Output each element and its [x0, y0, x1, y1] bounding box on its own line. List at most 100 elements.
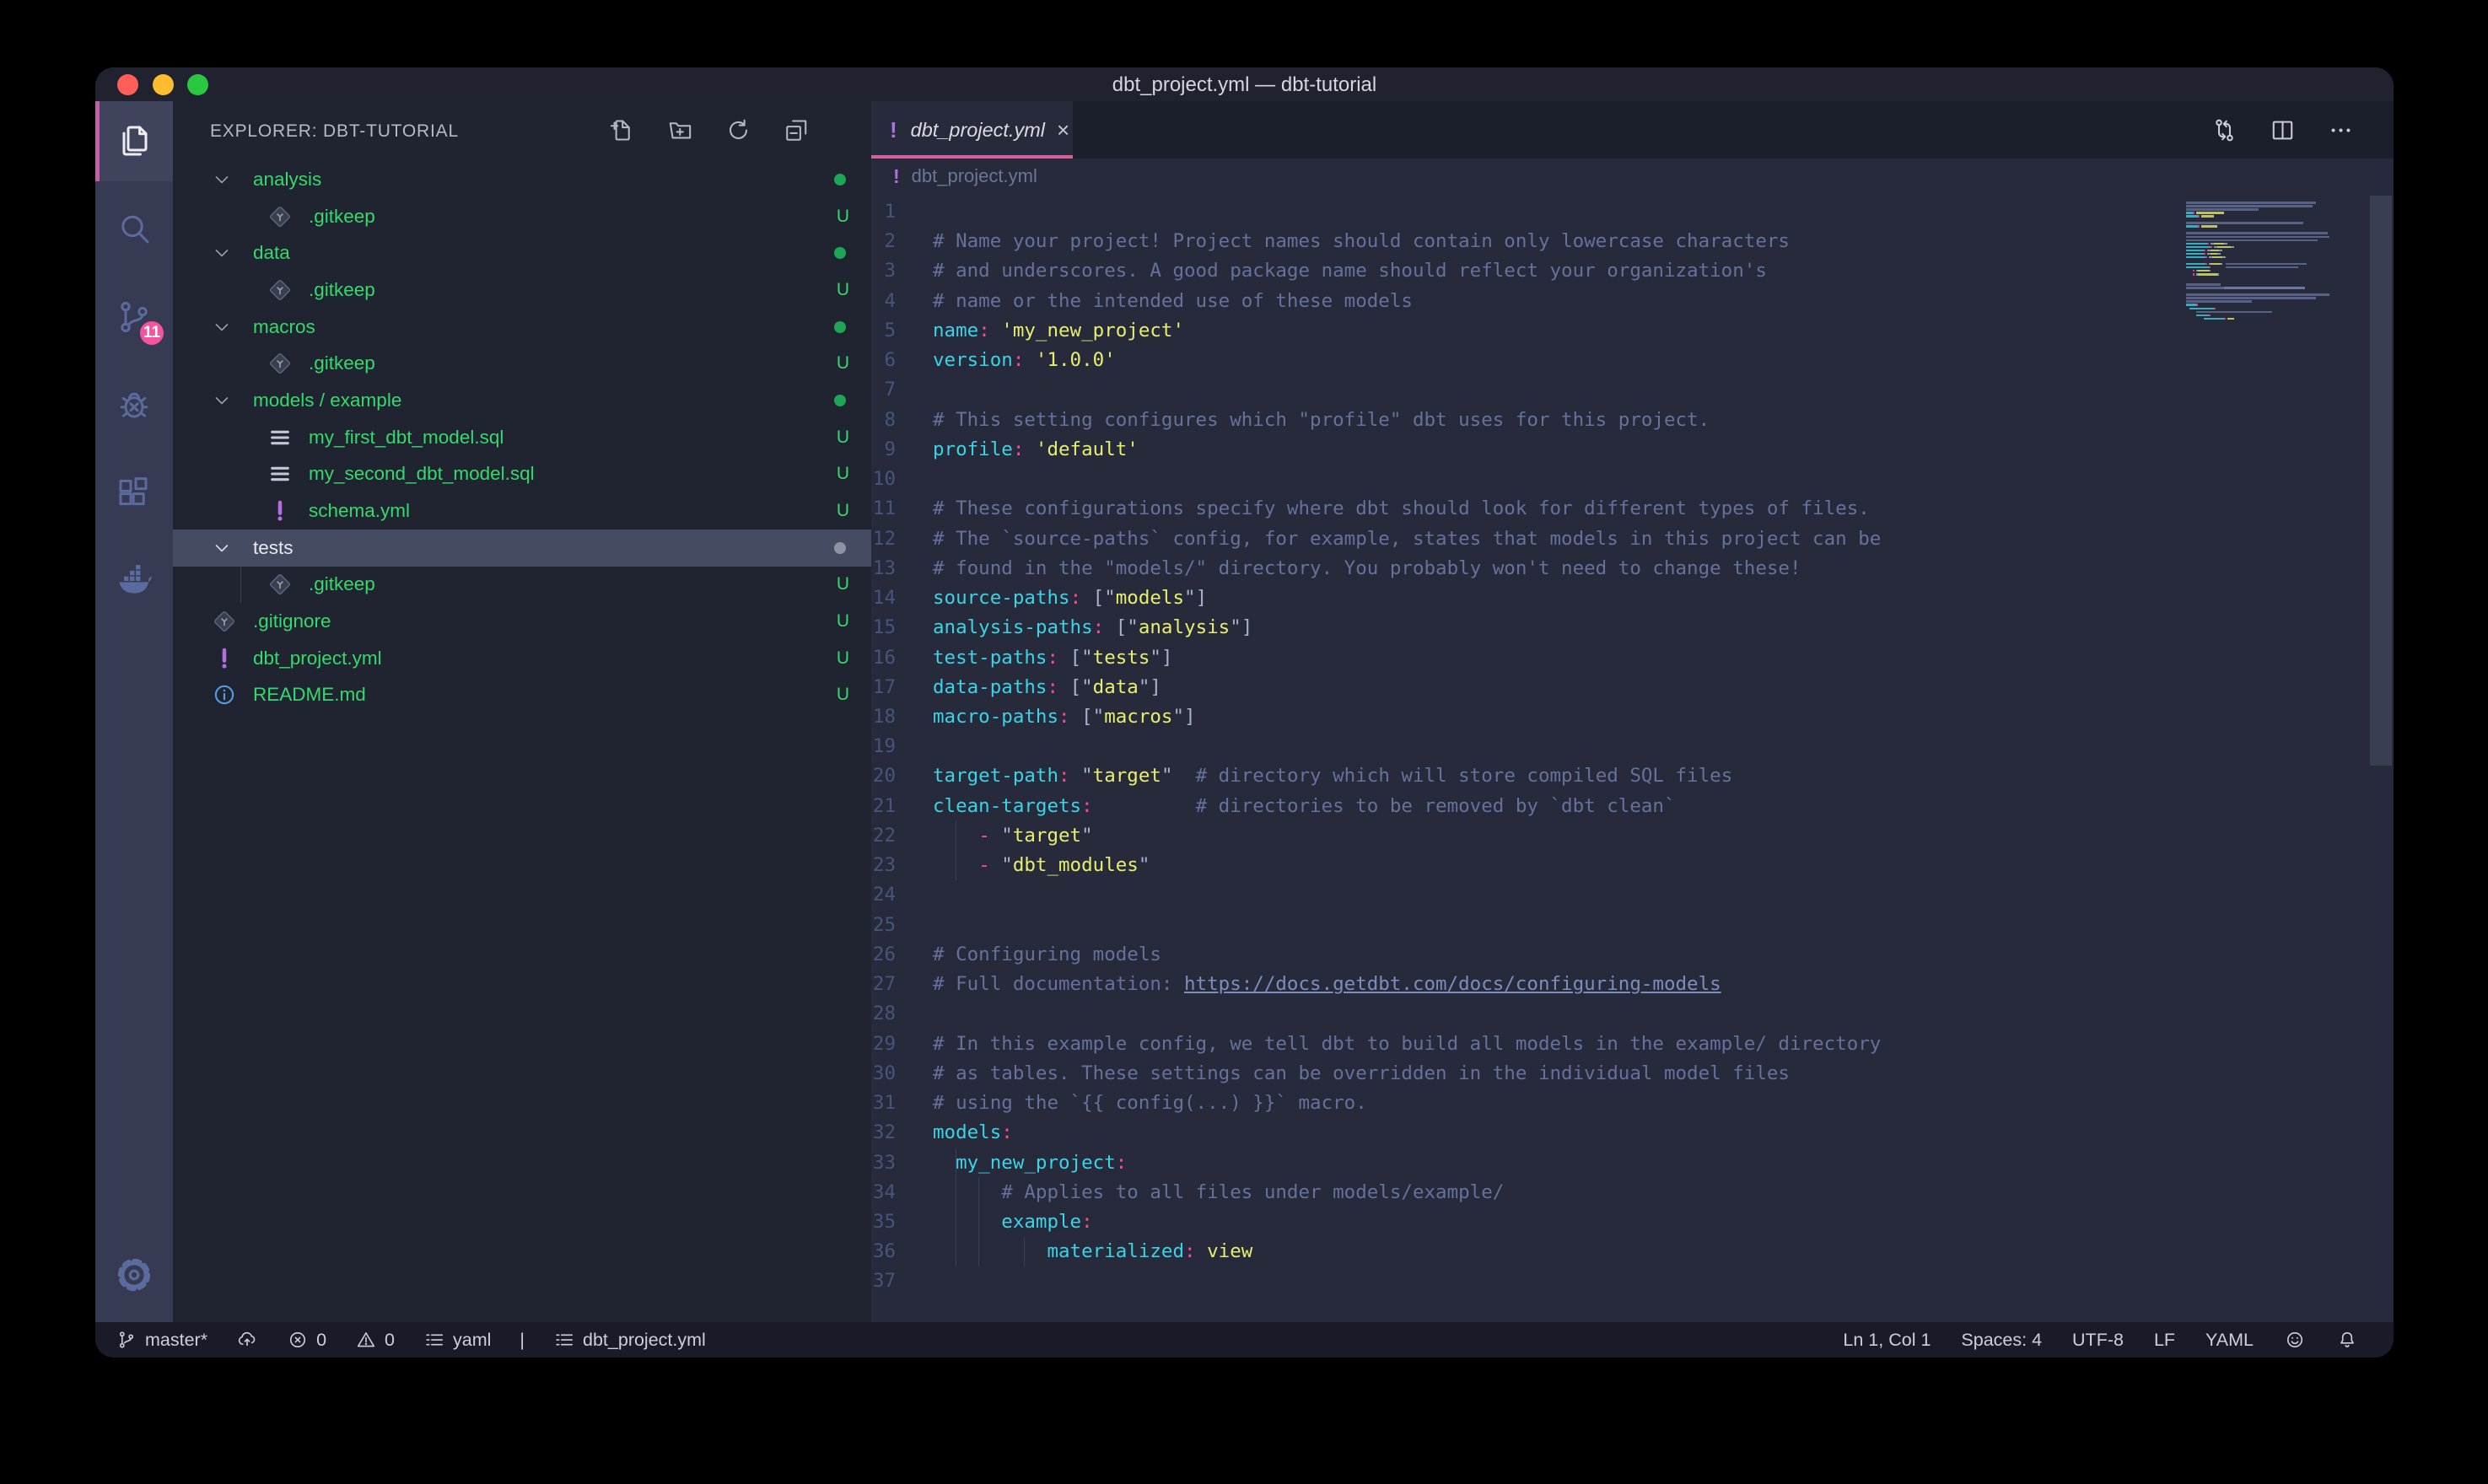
tree-file--gitignore[interactable]: .gitignoreU [173, 603, 871, 640]
line-number: 33 [871, 1148, 896, 1178]
tree-item-label: .gitkeep [309, 206, 375, 228]
tree-folder-data[interactable]: data [173, 234, 871, 272]
tree-item-label: .gitkeep [309, 573, 375, 595]
code-line-22: 22 - "target" [871, 821, 2178, 851]
tree-file--gitkeep[interactable]: .gitkeepU [173, 567, 871, 604]
status-warnings[interactable]: 0 [355, 1329, 395, 1351]
collapse-folders-button[interactable] [783, 116, 810, 144]
status-task-yaml[interactable]: yaml [423, 1329, 491, 1351]
code-line-34: 34 # Applies to all files under models/e… [871, 1178, 2178, 1207]
sql-icon [267, 460, 293, 487]
smiley-icon [2284, 1329, 2306, 1351]
code-line-6: 6version: '1.0.0' [871, 346, 2178, 375]
tree-item-label: .gitkeep [309, 279, 375, 301]
code-line-7: 7 [871, 375, 2178, 405]
git-status-badge: U [837, 611, 849, 632]
tree-file--gitkeep[interactable]: .gitkeepU [173, 198, 871, 235]
split-editor-button[interactable] [2269, 116, 2297, 144]
tree-item-label: dbt_project.yml [253, 648, 382, 669]
activity-item-extensions[interactable] [95, 453, 173, 533]
activity-bar: 11 [95, 101, 173, 1322]
tree-item-label: tests [253, 537, 293, 559]
line-number: 1 [871, 197, 896, 227]
new-folder-button[interactable] [666, 116, 694, 144]
line-number: 19 [871, 732, 896, 761]
title-bar[interactable]: dbt_project.yml — dbt-tutorial [95, 67, 2394, 101]
line-number: 2 [871, 227, 896, 256]
status-label: yaml [453, 1330, 491, 1351]
status-task-file[interactable]: dbt_project.yml [553, 1329, 706, 1351]
activity-item-explorer[interactable] [95, 101, 173, 181]
tree-file-readme-md[interactable]: README.mdU [173, 677, 871, 714]
tree-file-my-first-dbt-model-sql[interactable]: my_first_dbt_model.sqlU [173, 419, 871, 456]
open-changes-button[interactable] [2211, 116, 2238, 144]
activity-item-source-control[interactable]: 11 [95, 277, 173, 358]
close-tab-icon[interactable]: × [1057, 117, 1069, 143]
line-number: 10 [871, 465, 896, 494]
code-line-17: 17data-paths: ["data"] [871, 673, 2178, 702]
tree-folder-models-example[interactable]: models / example [173, 382, 871, 419]
line-number: 34 [871, 1178, 896, 1207]
tree-file-my-second-dbt-model-sql[interactable]: my_second_dbt_model.sqlU [173, 456, 871, 493]
tree-folder-analysis[interactable]: analysis [173, 161, 871, 198]
yaml-warning-icon [211, 645, 238, 672]
compare-icon [2211, 116, 2238, 144]
code-line-16: 16test-paths: ["tests"] [871, 643, 2178, 673]
git-status-badge: U [837, 353, 849, 374]
activity-item-search[interactable] [95, 190, 173, 270]
status-label: 0 [316, 1330, 326, 1351]
activity-item-settings[interactable] [95, 1234, 173, 1315]
status-errors[interactable]: 0 [287, 1329, 326, 1351]
status-language-mode[interactable]: YAML [2205, 1330, 2254, 1351]
breadcrumb[interactable]: ! dbt_project.yml [871, 159, 2394, 194]
tree-file--gitkeep[interactable]: .gitkeepU [173, 272, 871, 309]
indent-guide [240, 567, 241, 604]
line-number: 12 [871, 524, 896, 554]
code-line-14: 14source-paths: ["models"] [871, 583, 2178, 613]
tree-folder-tests[interactable]: tests [173, 530, 871, 567]
tree-file-dbt-project-yml[interactable]: dbt_project.ymlU [173, 640, 871, 677]
new-file-button[interactable] [608, 116, 636, 144]
code-line-4: 4# name or the intended use of these mod… [871, 287, 2178, 316]
tab-dbt-project-yml[interactable]: ! dbt_project.yml × [871, 101, 1073, 159]
line-number: 26 [871, 940, 896, 970]
error-icon [287, 1329, 309, 1351]
code-line-21: 21clean-targets: # directories to be rem… [871, 792, 2178, 821]
info-icon [211, 681, 238, 708]
code-line-20: 20target-path: "target" # directory whic… [871, 761, 2178, 791]
tree-folder-macros[interactable]: macros [173, 309, 871, 346]
line-number: 9 [871, 435, 896, 465]
status-notifications[interactable] [2336, 1329, 2358, 1351]
status-sync[interactable] [236, 1329, 258, 1351]
code-line-5: 5name: 'my_new_project' [871, 316, 2178, 346]
code-editor[interactable]: 12# Name your project! Project names sho… [871, 197, 2178, 1297]
indent-guide [978, 1207, 979, 1237]
activity-item-docker[interactable] [95, 540, 173, 621]
breadcrumb-file[interactable]: dbt_project.yml [912, 165, 1037, 187]
modified-dot [834, 542, 846, 554]
editor-scrollbar[interactable] [2370, 196, 2392, 766]
tree-file-schema-yml[interactable]: schema.ymlU [173, 492, 871, 530]
status-git-branch[interactable]: master* [116, 1329, 207, 1351]
tree-file--gitkeep[interactable]: .gitkeepU [173, 345, 871, 382]
explorer-header: EXPLORER: DBT-TUTORIAL [210, 121, 459, 142]
tree-item-label: analysis [253, 169, 321, 191]
status-eol[interactable]: LF [2154, 1330, 2175, 1351]
minimap[interactable] [2186, 197, 2377, 324]
status-feedback[interactable] [2284, 1329, 2306, 1351]
refresh-button[interactable] [724, 116, 752, 144]
more-actions-button[interactable] [2327, 116, 2355, 144]
indent-guide [978, 1237, 979, 1266]
status-cursor-position[interactable]: Ln 1, Col 1 [1843, 1330, 1931, 1351]
explorer-sidebar: EXPLORER: DBT-TUTORIAL analysis.gitkeepU… [173, 101, 871, 1322]
line-number: 14 [871, 583, 896, 613]
git-icon [267, 203, 293, 230]
activity-item-debug[interactable] [95, 365, 173, 445]
yaml-warning-icon [267, 497, 293, 524]
code-line-35: 35 example: [871, 1207, 2178, 1237]
file-tree: analysis.gitkeepUdata.gitkeepUmacros.git… [173, 161, 871, 713]
new-folder-icon [666, 116, 694, 144]
tab-bar: ! dbt_project.yml × [871, 101, 2394, 159]
status-encoding[interactable]: UTF-8 [2072, 1330, 2124, 1351]
status-indentation[interactable]: Spaces: 4 [1961, 1330, 2042, 1351]
